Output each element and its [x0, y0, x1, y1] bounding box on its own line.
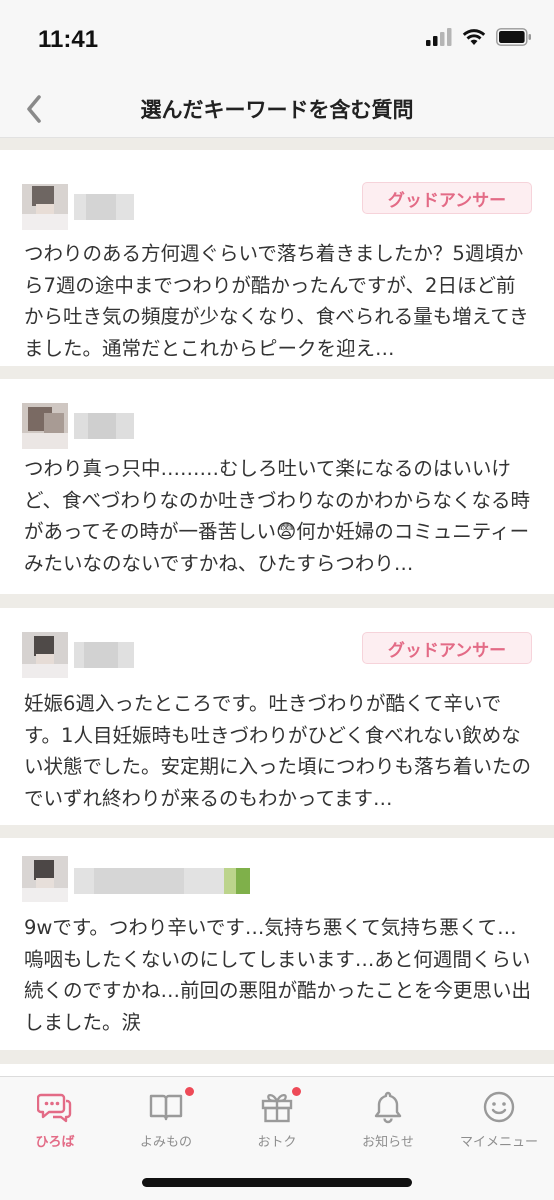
tab-oshirase[interactable]: お知らせ	[333, 1089, 443, 1153]
question-card[interactable]: つわり真っ只中………むしろ吐いて楽になるのはいいけど、食べづわりなのか吐きづわり…	[0, 379, 554, 594]
page-title: 選んだキーワードを含む質問	[140, 98, 414, 122]
tab-mymenu[interactable]: マイメニュー	[444, 1089, 554, 1153]
avatar	[22, 856, 68, 902]
good-answer-badge: グッドアンサー	[362, 182, 532, 214]
tab-hiroba[interactable]: ひろば	[0, 1089, 110, 1153]
chat-bubbles-icon	[37, 1093, 72, 1123]
cellular-signal-icon	[426, 28, 452, 46]
notification-dot	[292, 1087, 301, 1096]
question-card[interactable]	[0, 1064, 554, 1076]
question-card[interactable]: グッドアンサー つわりのある方何週ぐらいで落ち着きましたか？5週頃から7週の途中…	[0, 150, 554, 366]
tab-label: おトク	[257, 1135, 297, 1150]
question-feed[interactable]: グッドアンサー つわりのある方何週ぐらいで落ち着きましたか？5週頃から7週の途中…	[0, 138, 554, 1076]
avatar	[22, 632, 68, 678]
smiley-face-icon	[483, 1091, 515, 1123]
bell-icon	[374, 1091, 402, 1124]
tab-yomimono[interactable]: よみもの	[111, 1087, 221, 1153]
tab-otoku[interactable]: おトク	[222, 1087, 332, 1153]
status-bar: 11:41	[0, 0, 554, 82]
tab-label: よみもの	[139, 1135, 192, 1150]
battery-icon	[496, 28, 531, 46]
question-card[interactable]: 9wです。つわり辛いです…気持ち悪くて気持ち悪くて…嗚咽もしたくないのにしてしま…	[0, 838, 554, 1050]
question-text[interactable]: つわりのある方何週ぐらいで落ち着きましたか？5週頃から7週の途中までつわりが酷か…	[24, 238, 532, 364]
book-icon	[149, 1094, 183, 1121]
wifi-icon	[462, 29, 486, 45]
question-text[interactable]: 9wです。つわり辛いです…気持ち悪くて気持ち悪くて…嗚咽もしたくないのにしてしま…	[24, 912, 532, 1038]
notification-dot	[185, 1087, 194, 1096]
username-blurred	[74, 413, 134, 439]
username-blurred	[74, 642, 134, 668]
status-time: 11:41	[38, 26, 99, 53]
good-answer-badge: グッドアンサー	[362, 632, 532, 664]
question-card[interactable]: グッドアンサー 妊娠6週入ったところです。吐きづわりが酷くて辛いです。1人目妊娠…	[0, 608, 554, 825]
username-blurred	[74, 868, 250, 894]
tab-label: マイメニュー	[459, 1135, 538, 1150]
tab-label: お知らせ	[362, 1135, 414, 1150]
username-blurred	[74, 194, 134, 220]
gift-icon	[261, 1094, 293, 1123]
nav-bar: 選んだキーワードを含む質問	[0, 82, 554, 138]
avatar	[22, 403, 68, 449]
question-text[interactable]: 妊娠6週入ったところです。吐きづわりが酷くて辛いです。1人目妊娠時も吐きづわりが…	[24, 688, 532, 814]
home-indicator	[142, 1178, 412, 1187]
status-icons	[426, 28, 532, 46]
tab-label: ひろば	[35, 1135, 75, 1150]
avatar	[22, 184, 68, 230]
question-text[interactable]: つわり真っ只中………むしろ吐いて楽になるのはいいけど、食べづわりなのか吐きづわり…	[24, 453, 532, 579]
